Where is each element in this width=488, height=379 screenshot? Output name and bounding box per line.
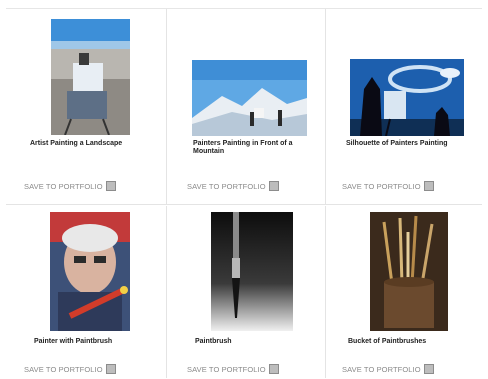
save-to-portfolio-label[interactable]: SAVE TO PORTFOLIO [187,182,266,191]
save-checkbox[interactable] [423,181,434,191]
save-to-portfolio[interactable]: SAVE TO PORTFOLIO [24,364,116,374]
result-caption[interactable]: Silhouette of Painters Painting [346,140,458,148]
result-caption[interactable]: Artist Painting a Landscape [30,140,142,148]
result-caption[interactable]: Paintbrush [195,338,307,346]
result-card: Paintbrush SAVE TO PORTFOLIO [166,206,326,378]
save-checkbox[interactable] [105,181,116,191]
result-caption[interactable]: Painters Painting in Front of a Mountain [193,140,305,156]
save-to-portfolio-label[interactable]: SAVE TO PORTFOLIO [187,365,266,374]
save-checkbox[interactable] [423,364,434,374]
save-checkbox[interactable] [268,364,279,374]
save-checkbox[interactable] [105,364,116,374]
save-to-portfolio-label[interactable]: SAVE TO PORTFOLIO [342,365,421,374]
save-to-portfolio-label[interactable]: SAVE TO PORTFOLIO [24,365,103,374]
result-card: Artist Painting a Landscape SAVE TO PORT… [6,9,166,205]
result-caption[interactable]: Painter with Paintbrush [34,338,154,346]
save-to-portfolio-label[interactable]: SAVE TO PORTFOLIO [342,182,421,191]
result-card: Painter with Paintbrush SAVE TO PORTFOLI… [6,206,166,378]
result-card: Silhouette of Painters Painting SAVE TO … [326,9,482,205]
save-to-portfolio[interactable]: SAVE TO PORTFOLIO [342,364,434,374]
thumbnail-bucket-of-paintbrushes[interactable] [370,212,448,331]
thumbnail-painter-with-paintbrush[interactable] [50,212,130,331]
image-results-grid: Artist Painting a Landscape SAVE TO PORT… [6,8,482,379]
save-to-portfolio[interactable]: SAVE TO PORTFOLIO [24,181,116,191]
result-caption[interactable]: Bucket of Paintbrushes [348,338,460,346]
result-card: Bucket of Paintbrushes SAVE TO PORTFOLIO [326,206,482,378]
result-card: Painters Painting in Front of a Mountain… [166,9,326,205]
thumbnail-paintbrush[interactable] [211,212,293,331]
save-to-portfolio[interactable]: SAVE TO PORTFOLIO [187,181,279,191]
save-to-portfolio[interactable]: SAVE TO PORTFOLIO [187,364,279,374]
save-checkbox[interactable] [268,181,279,191]
thumbnail-painters-mountain[interactable] [192,60,307,136]
thumbnail-silhouette-painters[interactable] [350,59,464,136]
thumbnail-artist-landscape[interactable] [51,19,130,135]
save-to-portfolio-label[interactable]: SAVE TO PORTFOLIO [24,182,103,191]
save-to-portfolio[interactable]: SAVE TO PORTFOLIO [342,181,434,191]
